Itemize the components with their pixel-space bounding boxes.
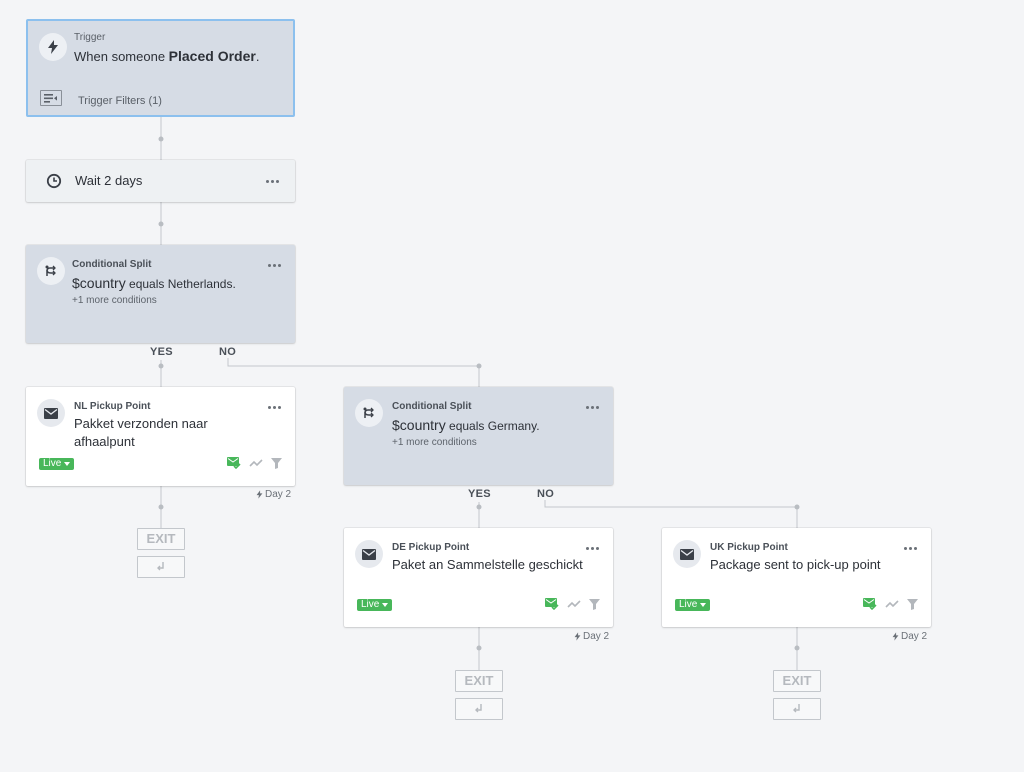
- wait-card[interactable]: Wait 2 days: [26, 160, 295, 202]
- funnel-icon[interactable]: [589, 598, 600, 610]
- email-nl-more-menu[interactable]: [268, 404, 284, 410]
- email-de-day: Day 2: [574, 631, 609, 642]
- bolt-icon: [39, 33, 67, 61]
- split2-eyebrow: Conditional Split: [392, 401, 472, 412]
- filter-list-icon: [40, 90, 62, 106]
- conditional-split-germany[interactable]: Conditional Split $country equals German…: [344, 387, 613, 485]
- return-button-uk[interactable]: [773, 698, 821, 720]
- trigger-filters-link[interactable]: Trigger Filters (1): [78, 92, 162, 110]
- email-nl-status-dropdown[interactable]: Live: [39, 458, 75, 470]
- split1-no-label: NO: [219, 346, 237, 358]
- email-de-more-menu[interactable]: [586, 545, 602, 551]
- email-check-icon[interactable]: [545, 598, 559, 610]
- email-de-title: Paket an Sammelstelle geschickt: [392, 557, 583, 572]
- split2-condition: $country equals Germany.: [392, 417, 540, 433]
- bolt-icon: [574, 632, 581, 641]
- wait-label: Wait 2 days: [75, 173, 143, 188]
- split-icon: [37, 257, 65, 285]
- trend-icon[interactable]: [567, 599, 581, 609]
- trigger-description: When someone Placed Order.: [74, 48, 260, 64]
- conditional-split-netherlands[interactable]: Conditional Split $country equals Nether…: [26, 245, 295, 343]
- email-check-icon[interactable]: [863, 598, 877, 610]
- email-nl-status-icons: [227, 457, 282, 469]
- envelope-icon: [673, 540, 701, 568]
- funnel-icon[interactable]: [907, 598, 918, 610]
- return-arrow-icon: [157, 562, 164, 571]
- exit-button-uk[interactable]: EXIT: [773, 670, 821, 692]
- split2-more-menu[interactable]: [586, 404, 602, 410]
- split1-more-conditions[interactable]: +1 more conditions: [72, 295, 157, 306]
- email-de-status-icons: [545, 598, 600, 610]
- return-arrow-icon: [475, 704, 482, 713]
- split2-no-label: NO: [537, 488, 555, 500]
- chevron-down-icon: [382, 603, 389, 607]
- envelope-icon: [355, 540, 383, 568]
- return-button-de[interactable]: [455, 698, 503, 720]
- email-card-nl[interactable]: NL Pickup Point Pakket verzonden naar af…: [26, 387, 295, 486]
- email-uk-eyebrow: UK Pickup Point: [710, 542, 788, 553]
- return-arrow-icon: [793, 704, 800, 713]
- email-uk-day: Day 2: [892, 631, 927, 642]
- email-uk-title: Package sent to pick-up point: [710, 557, 881, 572]
- envelope-icon: [37, 399, 65, 427]
- email-check-icon[interactable]: [227, 457, 241, 469]
- split2-more-conditions[interactable]: +1 more conditions: [392, 437, 477, 448]
- exit-button-de[interactable]: EXIT: [455, 670, 503, 692]
- chevron-down-icon: [700, 603, 707, 607]
- trigger-event: Placed Order: [168, 48, 256, 64]
- split2-yes-label: YES: [468, 488, 491, 500]
- email-nl-day: Day 2: [256, 489, 291, 500]
- split1-eyebrow: Conditional Split: [72, 259, 152, 270]
- wait-more-menu[interactable]: [266, 178, 282, 184]
- email-nl-title: Pakket verzonden naar afhaalpunt: [74, 416, 208, 449]
- email-card-uk[interactable]: UK Pickup Point Package sent to pick-up …: [662, 528, 931, 627]
- bolt-icon: [892, 632, 899, 641]
- split1-yes-label: YES: [150, 346, 173, 358]
- trend-icon[interactable]: [885, 599, 899, 609]
- email-uk-status-icons: [863, 598, 918, 610]
- email-de-status-dropdown[interactable]: Live: [357, 599, 393, 611]
- split1-condition: $country equals Netherlands.: [72, 275, 236, 291]
- email-uk-more-menu[interactable]: [904, 545, 920, 551]
- split1-more-menu[interactable]: [268, 262, 284, 268]
- email-nl-eyebrow: NL Pickup Point: [74, 401, 151, 412]
- bolt-icon: [256, 490, 263, 499]
- email-uk-status-dropdown[interactable]: Live: [675, 599, 711, 611]
- exit-button-nl[interactable]: EXIT: [137, 528, 185, 550]
- trigger-card[interactable]: Trigger When someone Placed Order. Trigg…: [26, 19, 295, 117]
- trend-icon[interactable]: [249, 458, 263, 468]
- funnel-icon[interactable]: [271, 457, 282, 469]
- trigger-eyebrow: Trigger: [74, 32, 106, 43]
- email-de-eyebrow: DE Pickup Point: [392, 542, 470, 553]
- email-card-de[interactable]: DE Pickup Point Paket an Sammelstelle ge…: [344, 528, 613, 627]
- return-button-nl[interactable]: [137, 556, 185, 578]
- clock-icon: [40, 167, 68, 195]
- split-icon: [355, 399, 383, 427]
- chevron-down-icon: [64, 462, 71, 466]
